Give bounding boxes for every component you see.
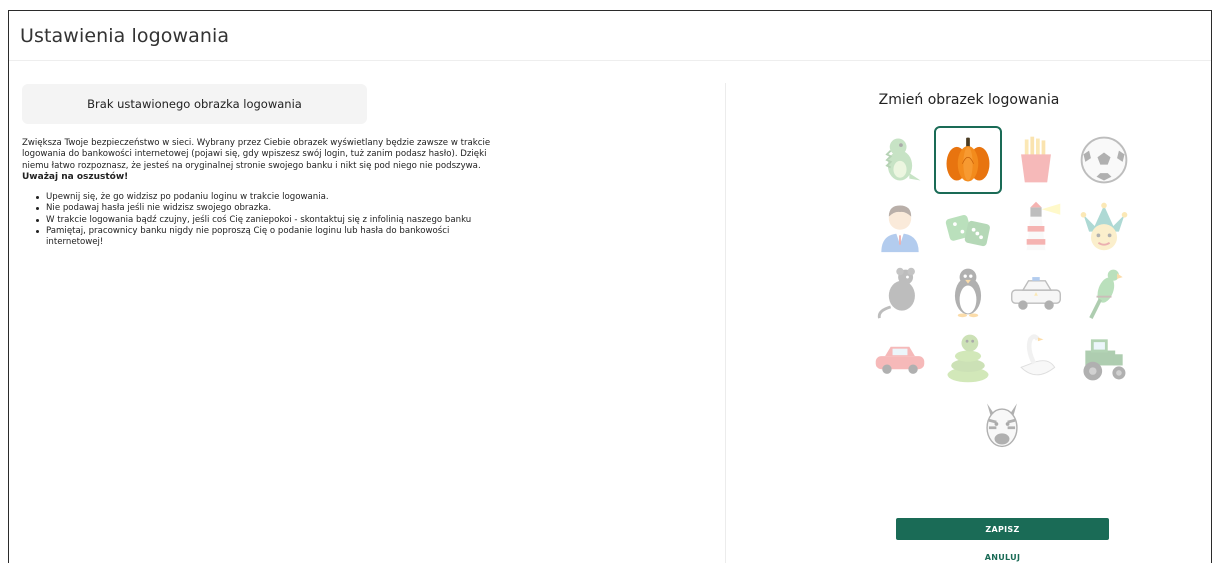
picker-title: Zmień obrazek logowania (878, 92, 1060, 108)
current-image-status: Brak ustawionego obrazka logowania (22, 84, 367, 124)
car-icon (875, 346, 925, 374)
pumpkin-icon (946, 137, 990, 182)
warning-item: Nie podawaj hasła jeśli nie widzisz swoj… (36, 203, 507, 214)
image-option-jester-mask[interactable] (1070, 192, 1138, 260)
image-option-rat[interactable] (866, 258, 934, 326)
image-option-car[interactable] (866, 324, 934, 392)
description-text: Zwiększa Twoje bezpieczeństwo w sieci. W… (22, 138, 491, 171)
image-option-police-car[interactable] (1002, 258, 1070, 326)
tractor-icon (1083, 339, 1126, 381)
save-button[interactable]: ZAPISZ (896, 518, 1109, 540)
page-header: Ustawienia logowania (9, 11, 1211, 61)
description-block: Zwiększa Twoje bezpieczeństwo w sieci. W… (22, 138, 507, 249)
warning-item: Pamiętaj, pracownicy banku nigdy nie pop… (36, 226, 507, 249)
parrot-icon (1089, 269, 1123, 319)
image-option-pumpkin[interactable] (934, 126, 1002, 194)
businessman-icon (881, 205, 919, 253)
image-option-tractor[interactable] (1070, 324, 1138, 392)
image-option-zebra[interactable] (968, 390, 1036, 458)
warning-title: Uważaj na oszustów! (22, 171, 129, 182)
warning-item: Upewnij się, że go widzisz po podaniu lo… (36, 192, 507, 203)
page-title: Ustawienia logowania (20, 24, 230, 47)
image-option-penguin[interactable] (934, 258, 1002, 326)
swan-icon (1020, 334, 1056, 376)
image-picker-panel: Zmień obrazek logowania ZAPISZ ANULUJ (726, 62, 1212, 562)
soccer-ball-icon (1080, 136, 1128, 184)
penguin-icon (954, 268, 982, 318)
warning-list: Upewnij się, że go widzisz po podaniu lo… (22, 192, 507, 248)
lighthouse-icon (1026, 201, 1061, 251)
image-option-soccer-ball[interactable] (1070, 126, 1138, 194)
jester-mask-icon (1080, 202, 1128, 251)
image-option-dice[interactable] (934, 192, 1002, 260)
image-option-dinosaur[interactable] (866, 126, 934, 194)
cancel-link[interactable]: ANULUJ (896, 553, 1109, 562)
image-option-swan[interactable] (1002, 324, 1070, 392)
warning-item: W trakcie logowania bądź czujny, jeśli c… (36, 215, 507, 226)
dinosaur-icon (885, 138, 921, 181)
image-option-lighthouse[interactable] (1002, 192, 1070, 260)
image-option-snake[interactable] (934, 324, 1002, 392)
page-frame: Ustawienia logowania Brak ustawionego ob… (8, 10, 1212, 563)
image-option-fries[interactable] (1002, 126, 1070, 194)
dice-icon (945, 214, 990, 247)
zebra-icon (986, 403, 1018, 448)
police-car-icon (1011, 277, 1061, 310)
image-option-businessman[interactable] (866, 192, 934, 260)
rat-icon (877, 267, 915, 319)
fries-icon (1021, 136, 1051, 183)
snake-icon (947, 334, 989, 383)
image-option-parrot[interactable] (1070, 258, 1138, 326)
info-panel: Brak ustawionego obrazka logowania Zwięk… (9, 62, 725, 562)
